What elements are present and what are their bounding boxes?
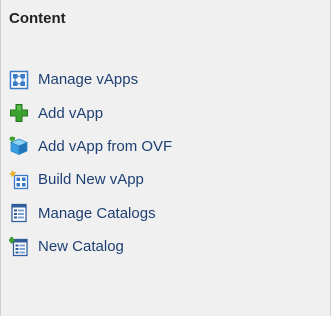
new-catalog-icon	[9, 236, 29, 257]
panel-title: Content	[9, 10, 66, 27]
nav-item-label: Add vApp from OVF	[38, 137, 173, 155]
ovf-box-icon	[9, 136, 29, 156]
manage-vapps-icon	[9, 70, 29, 90]
nav-item-manage-catalogs[interactable]: Manage Catalogs	[9, 197, 172, 230]
catalog-icon	[9, 203, 29, 223]
nav-item-add-vapp[interactable]: Add vApp	[9, 96, 172, 129]
nav-item-label: Manage Catalogs	[38, 204, 156, 222]
nav-item-label: Build New vApp	[38, 171, 144, 189]
nav-item-label: Add vApp	[38, 104, 104, 122]
nav-item-label: New Catalog	[38, 238, 124, 256]
nav-item-new-catalog[interactable]: New Catalog	[9, 230, 172, 263]
nav-item-build-new-vapp[interactable]: Build New vApp	[9, 163, 172, 196]
content-panel: Content Manage vApps Add vApp Add vApp f…	[0, 0, 331, 316]
nav-item-manage-vapps[interactable]: Manage vApps	[9, 63, 172, 96]
green-plus-icon	[9, 103, 29, 123]
content-nav-list: Manage vApps Add vApp Add vApp from OVF …	[9, 63, 172, 263]
build-vapp-icon	[9, 169, 29, 190]
nav-item-label: Manage vApps	[38, 71, 139, 89]
nav-item-add-vapp-ovf[interactable]: Add vApp from OVF	[9, 130, 172, 163]
